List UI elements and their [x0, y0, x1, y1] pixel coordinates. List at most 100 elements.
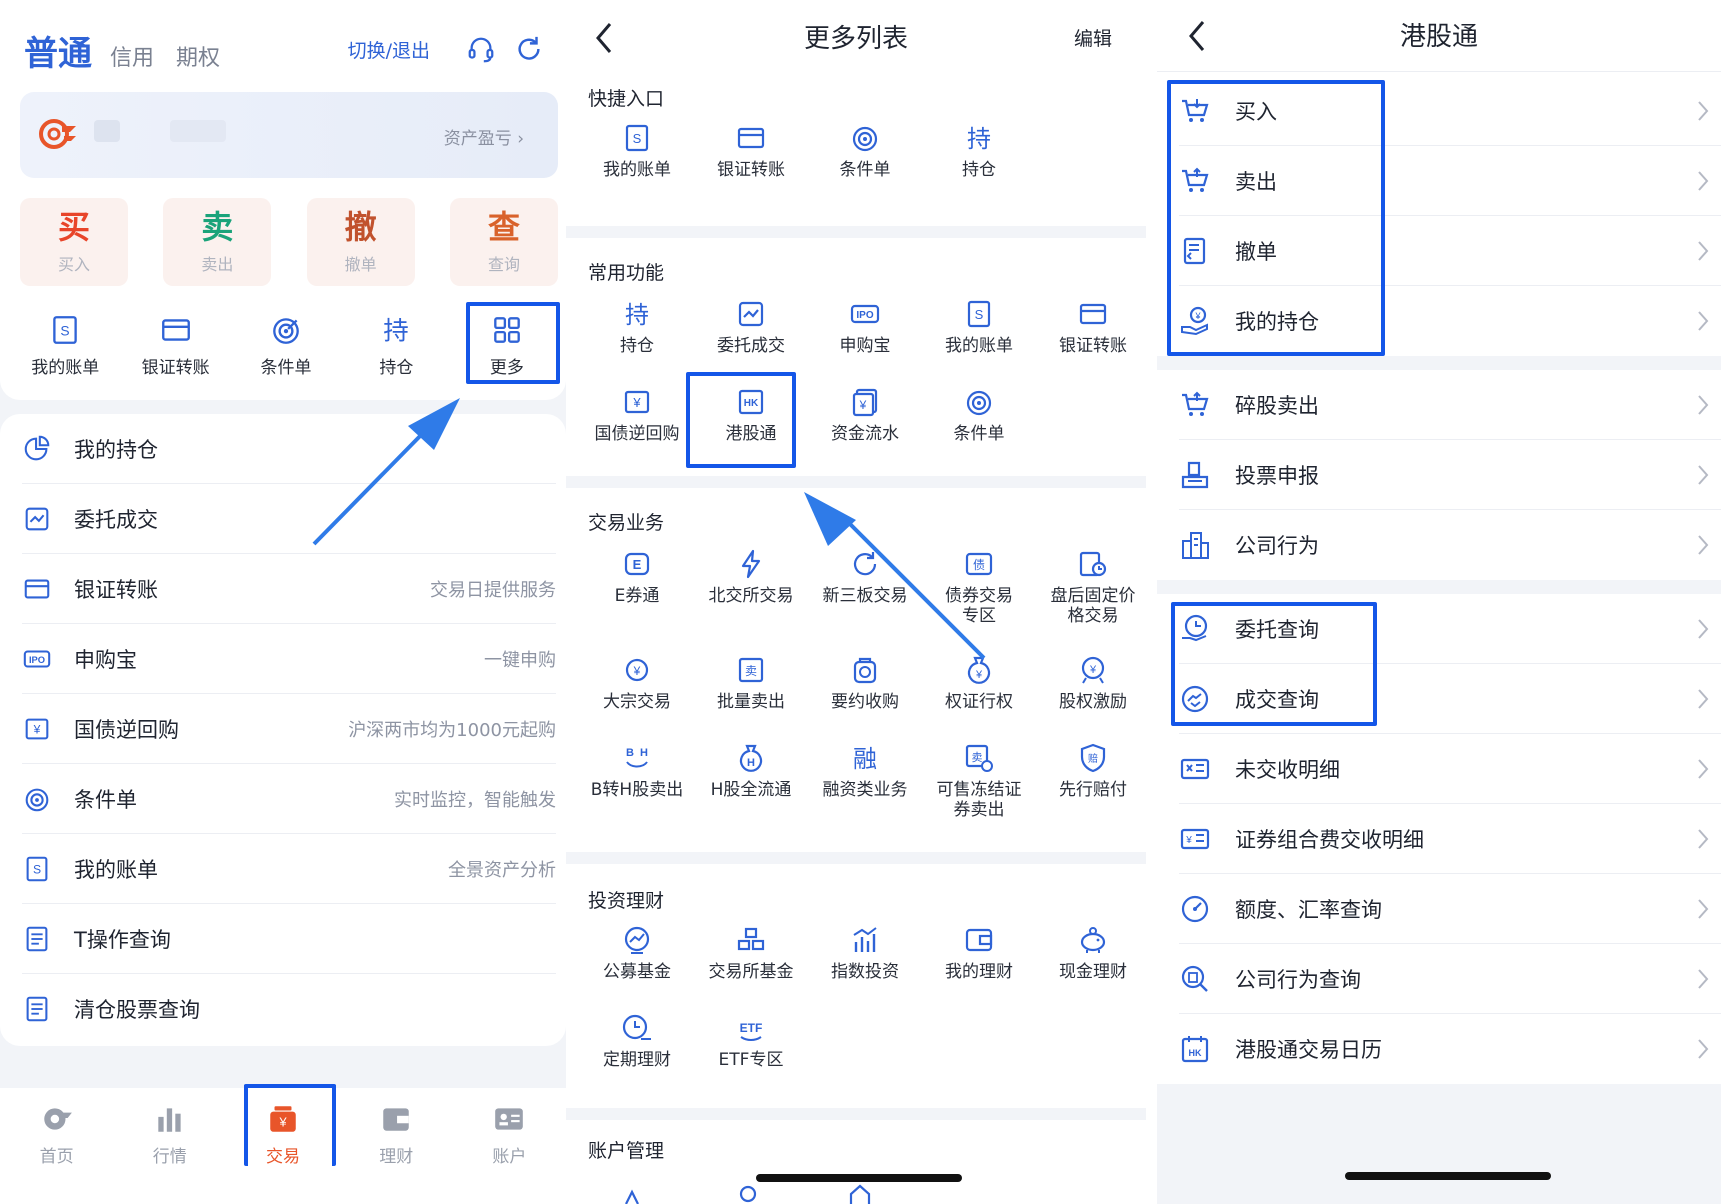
svg-text:H: H: [640, 747, 648, 759]
more-item-after-hours[interactable]: 盘后固定价 格交易: [1036, 548, 1146, 626]
hk-item-trading-calendar[interactable]: HK 港股通交易日历: [1179, 1014, 1721, 1084]
more-item-condition-order-2[interactable]: 条件单: [922, 386, 1036, 444]
more-item-block-trade[interactable]: ¥ 大宗交易: [580, 654, 694, 712]
hk-item-corporate-action-query[interactable]: 公司行为查询: [1179, 944, 1721, 1014]
cancel-order-button[interactable]: 撤撤单: [306, 198, 415, 286]
more-item-compensation[interactable]: 赔 先行赔付: [1036, 742, 1146, 800]
more-item-my-finance[interactable]: 我的理财: [922, 924, 1036, 982]
tab-home[interactable]: 首页: [0, 1088, 113, 1204]
bar-chart-icon: [158, 1108, 181, 1132]
more-item-condition-order[interactable]: 条件单: [808, 122, 922, 180]
more-item-exchange-fund[interactable]: 交易所基金: [694, 924, 808, 982]
bank-card-icon: [24, 579, 50, 598]
more-item-tender-offer[interactable]: 要约收购: [808, 654, 922, 712]
more-item-equity-incentive[interactable]: ¥ 股权激励: [1036, 654, 1146, 712]
more-item-public-fund[interactable]: 公募基金: [580, 924, 694, 982]
more-item-position-2[interactable]: 持 持仓: [580, 298, 694, 356]
list-item-reverse-repo[interactable]: ¥ 国债逆回购 沪深两市均为1000元起购: [22, 694, 556, 764]
trade-panel: 普通 信用 期权 切换/退出 资产盈亏 › 买买入 卖卖出 撤撤单 查查询 S …: [0, 0, 566, 1204]
section-title-common: 常用功能: [588, 262, 665, 284]
more-item-entrust-deal[interactable]: 委托成交: [694, 298, 808, 356]
refresh-icon[interactable]: [512, 32, 546, 66]
more-item-reverse-repo[interactable]: ¥ 国债逆回购: [580, 386, 694, 444]
yen-exchange-icon: ¥: [625, 658, 649, 682]
svg-text:E: E: [633, 557, 642, 572]
shortcut-position[interactable]: 持 持仓: [341, 304, 451, 386]
list-item-cleared-stock[interactable]: 清仓股票查询: [22, 974, 556, 1044]
entrust-icon: [25, 507, 49, 530]
top-actions: 切换/退出: [348, 32, 546, 66]
tab-finance[interactable]: 理财: [340, 1088, 453, 1204]
more-item-frozen-sell[interactable]: 卖 可售冻结证 券卖出: [922, 742, 1036, 820]
tab-options[interactable]: 期权: [176, 40, 220, 72]
svg-text:¥: ¥: [1185, 835, 1192, 846]
more-item-b-to-h[interactable]: BH B转H股卖出: [580, 742, 694, 800]
bill-icon: S: [26, 856, 48, 881]
svg-text:赔: 赔: [1088, 752, 1098, 765]
shortcut-condition-order[interactable]: 条件单: [231, 304, 341, 386]
yen-box-icon: ¥: [624, 390, 650, 414]
more-item-index-invest[interactable]: 指数投资: [808, 924, 922, 982]
more-item-bank-transfer-2[interactable]: 银证转账: [1036, 298, 1146, 356]
svg-text:¥: ¥: [633, 664, 641, 678]
account-card[interactable]: 资产盈亏 ›: [20, 92, 558, 178]
list-item-bank-transfer[interactable]: 银证转账 交易日提供服务: [22, 554, 556, 624]
more-item-financing[interactable]: 融 融资类业务: [808, 742, 922, 800]
hk-item-portfolio-fee[interactable]: ¥ 证券组合费交收明细: [1179, 804, 1721, 874]
more-item-bse[interactable]: 北交所交易: [694, 548, 808, 606]
chevron-right-icon: [1698, 1039, 1709, 1059]
list-item-t-operation[interactable]: T操作查询: [22, 904, 556, 974]
chevron-right-icon: [1698, 311, 1709, 331]
more-item-etf-zone[interactable]: ETF ETF专区: [694, 1012, 808, 1070]
bank-card-icon: [737, 127, 765, 149]
home-indicator: [1345, 1172, 1551, 1180]
section-divider: [566, 1108, 1146, 1120]
list-item-condition-order[interactable]: 条件单 实时监控，智能触发: [22, 764, 556, 834]
headset-icon[interactable]: [464, 32, 498, 66]
tab-account[interactable]: 账户: [453, 1088, 566, 1204]
cart-up-icon: [1182, 391, 1209, 416]
chevron-right-icon: [1698, 689, 1709, 709]
more-item-my-bill-2[interactable]: S 我的账单: [922, 298, 1036, 356]
hk-item-quota-rate[interactable]: 额度、汇率查询: [1179, 874, 1721, 944]
section-title-quick: 快捷入口: [588, 88, 665, 110]
highlight-hk-connect-box: [686, 372, 796, 468]
switch-logout-link[interactable]: 切换/退出: [348, 36, 430, 63]
list-item-my-position[interactable]: 我的持仓: [22, 414, 556, 484]
asset-pnl-link[interactable]: 资产盈亏 ›: [444, 124, 524, 149]
list-item-entrust-deal[interactable]: 委托成交: [22, 484, 556, 554]
more-item-bank-transfer[interactable]: 银证转账: [694, 122, 808, 180]
tab-normal[interactable]: 普通: [24, 26, 92, 75]
more-item-warrant[interactable]: ¥ 权证行权: [922, 654, 1036, 712]
more-item-position[interactable]: 持 持仓: [922, 122, 1036, 180]
list-item-my-bill[interactable]: S 我的账单 全景资产分析: [22, 834, 556, 904]
query-button[interactable]: 查查询: [449, 198, 558, 286]
shield-icon: 赔: [1080, 743, 1106, 773]
wallet-icon: [383, 1108, 409, 1131]
more-item-fixed-term[interactable]: 定期理财: [580, 1012, 694, 1070]
hk-item-corporate-action[interactable]: 公司行为: [1179, 510, 1721, 580]
position-char-icon: 持: [967, 125, 991, 153]
hk-item-vote[interactable]: 投票申报: [1179, 440, 1721, 510]
tab-market[interactable]: 行情: [113, 1088, 226, 1204]
more-item-ipo[interactable]: IPO 申购宝: [808, 298, 922, 356]
bond-icon: 债: [965, 552, 993, 576]
more-item-cash-finance[interactable]: 现金理财: [1036, 924, 1146, 982]
tab-credit[interactable]: 信用: [110, 40, 154, 72]
chevron-right-icon: [1698, 899, 1709, 919]
list-item-ipo[interactable]: IPO 申购宝 一键申购: [22, 624, 556, 694]
shortcut-bank-transfer[interactable]: 银证转账: [120, 304, 230, 386]
buy-button[interactable]: 买买入: [20, 198, 128, 286]
more-item-e-securities[interactable]: E E券通: [580, 548, 694, 606]
more-item-h-full-circulation[interactable]: H H股全流通: [694, 742, 808, 800]
hk-item-odd-lot-sell[interactable]: 碎股卖出: [1179, 370, 1721, 440]
more-item-neeq[interactable]: 新三板交易: [808, 548, 922, 606]
more-item-batch-sell[interactable]: 卖 批量卖出: [694, 654, 808, 712]
shortcut-my-bill[interactable]: S 我的账单: [10, 304, 120, 386]
more-item-fund-flow[interactable]: ¥ 资金流水: [808, 386, 922, 444]
more-item-my-bill[interactable]: S 我的账单: [580, 122, 694, 180]
sell-button[interactable]: 卖卖出: [163, 198, 272, 286]
more-item-bond[interactable]: 债 债券交易 专区: [922, 548, 1036, 626]
hk-item-unsettled[interactable]: 未交收明细: [1179, 734, 1721, 804]
edit-button[interactable]: 编辑: [1074, 24, 1112, 51]
